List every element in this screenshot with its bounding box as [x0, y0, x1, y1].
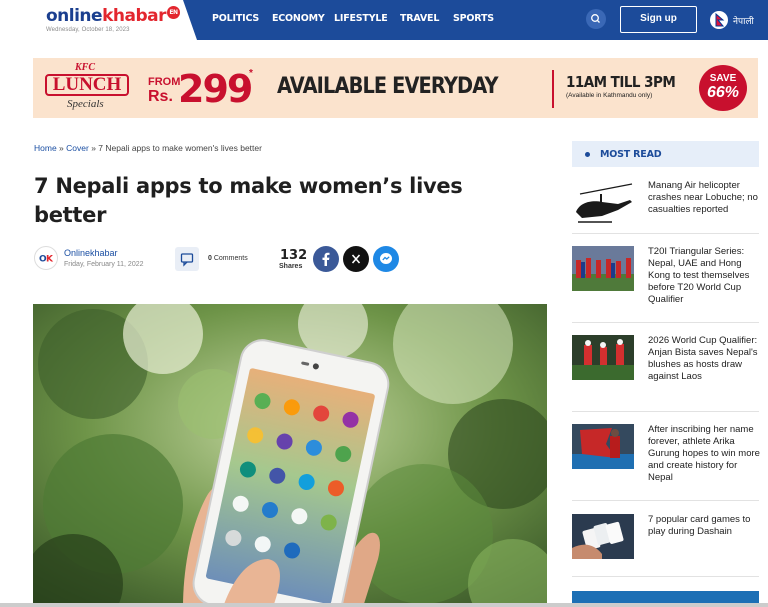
most-read-thumbnail — [572, 424, 634, 469]
ad-lunch-text: LUNCH — [45, 74, 129, 96]
language-label: नेपाली — [733, 16, 754, 27]
ad-divider — [552, 70, 554, 108]
logo-part-khabar: khabar — [102, 6, 166, 26]
most-read-thumbnail — [572, 246, 634, 291]
svg-text:K: K — [46, 255, 54, 265]
nav-sports[interactable]: SPORTS — [453, 13, 494, 24]
ad-price: 299 — [178, 67, 253, 111]
ad-kfc-text: KFC — [75, 62, 96, 73]
comment-count-value: 0 — [208, 255, 212, 262]
most-read-title: MOST READ — [600, 149, 662, 160]
ad-from-text: FROM — [148, 76, 181, 88]
most-read-header: MOST READ — [572, 141, 759, 167]
divider — [572, 322, 759, 323]
most-read-item[interactable]: T20I Triangular Series: Nepal, UAE and H… — [572, 246, 759, 311]
most-read-item[interactable]: 2026 World Cup Qualifier: Anjan Bista sa… — [572, 335, 759, 395]
ad-specials-text: Specials — [67, 98, 104, 110]
language-switch[interactable]: नेपाली — [710, 10, 754, 30]
breadcrumb: Home » Cover » 7 Nepali apps to make wom… — [34, 143, 262, 153]
site-logo[interactable]: onlinekhabar EN Wednesday, October 18, 20… — [46, 6, 180, 33]
most-read-title[interactable]: Manang Air helicopter crashes near Lobuc… — [648, 180, 760, 216]
most-read-thumbnail — [572, 180, 634, 225]
nav-economy[interactable]: ECONOMY — [272, 13, 325, 24]
most-read-bullet — [585, 152, 590, 157]
kfc-ad-banner[interactable]: KFC LUNCH Specials FROM Rs. 299 * AVAILA… — [33, 58, 758, 118]
breadcrumb-cover[interactable]: Cover — [66, 143, 89, 153]
search-button[interactable] — [586, 9, 606, 29]
x-icon — [351, 254, 361, 264]
logo-wordmark: onlinekhabar EN — [46, 6, 180, 26]
ad-kfc-lunch-logo: KFC LUNCH Specials — [45, 62, 133, 114]
ad-price-asterisk: * — [249, 68, 253, 79]
ad-from-label: FROM Rs. — [148, 76, 180, 106]
search-icon — [591, 14, 600, 23]
breadcrumb-current: 7 Nepali apps to make women's lives bett… — [98, 143, 262, 153]
site-header: onlinekhabar EN Wednesday, October 18, 20… — [0, 0, 768, 42]
most-read-title[interactable]: After inscribing her name forever, athle… — [648, 424, 760, 484]
logo-part-online: online — [46, 6, 103, 26]
author-avatar[interactable]: O K — [34, 246, 58, 270]
most-read-title[interactable]: 2026 World Cup Qualifier: Anjan Bista sa… — [648, 335, 760, 383]
share-count: 132 — [280, 248, 308, 263]
article-hero-image — [33, 304, 547, 607]
most-read-item[interactable]: After inscribing her name forever, athle… — [572, 424, 760, 484]
breadcrumb-home[interactable]: Home — [34, 143, 57, 153]
facebook-icon — [322, 252, 330, 266]
breadcrumb-separator: » — [56, 143, 67, 153]
comment-count: 0 Comments — [208, 255, 248, 262]
messenger-share-button[interactable] — [373, 246, 399, 272]
share-label: Shares — [279, 263, 303, 270]
nav-travel[interactable]: TRAVEL — [400, 13, 439, 24]
ad-time: 11AM TILL 3PM — [566, 73, 676, 91]
most-read-title[interactable]: 7 popular card games to play during Dash… — [648, 514, 760, 538]
article-title: 7 Nepali apps to make women’s lives bett… — [34, 174, 463, 227]
author-name[interactable]: Onlinekhabar — [64, 248, 118, 258]
divider — [572, 576, 759, 577]
divider — [572, 411, 759, 412]
main-nav: POLITICS ECONOMY LIFESTYLE TRAVEL SPORTS… — [183, 0, 768, 40]
most-read-thumbnail — [572, 514, 634, 559]
divider — [572, 500, 759, 501]
browser-scrollbar[interactable] — [0, 603, 768, 607]
signup-button[interactable]: Sign up — [620, 6, 697, 33]
ad-save-value: 66% — [706, 84, 740, 101]
facebook-share-button[interactable] — [313, 246, 339, 272]
messenger-icon — [380, 253, 392, 264]
comment-count-label: Comments — [213, 255, 248, 262]
breadcrumb-separator: » — [88, 143, 99, 153]
comment-button[interactable] — [175, 247, 199, 271]
ad-save-label: SAVE — [709, 73, 737, 84]
nav-lifestyle[interactable]: LIFESTYLE — [334, 13, 388, 24]
nav-politics[interactable]: POLITICS — [212, 13, 259, 24]
x-share-button[interactable] — [343, 246, 369, 272]
nepal-flag-icon — [710, 11, 728, 29]
publish-date: Friday, February 11, 2022 — [64, 261, 144, 268]
comment-icon — [180, 253, 194, 267]
ad-location-note: (Available in Kathmandu only) — [566, 92, 653, 99]
header-date: Wednesday, October 18, 2023 — [46, 27, 130, 33]
most-read-item[interactable]: 7 popular card games to play during Dash… — [572, 514, 759, 559]
article-meta: O K Onlinekhabar Friday, February 11, 20… — [34, 245, 554, 275]
ad-currency-text: Rs. — [148, 88, 173, 105]
most-read-thumbnail — [572, 335, 634, 380]
ad-save-badge: SAVE 66% — [699, 65, 747, 111]
divider — [572, 233, 759, 234]
most-read-title[interactable]: T20I Triangular Series: Nepal, UAE and H… — [648, 246, 760, 306]
most-read-item[interactable]: Manang Air helicopter crashes near Lobuc… — [572, 180, 759, 228]
logo-en-badge: EN — [166, 6, 180, 19]
ad-availability: AVAILABLE EVERYDAY — [277, 74, 498, 99]
